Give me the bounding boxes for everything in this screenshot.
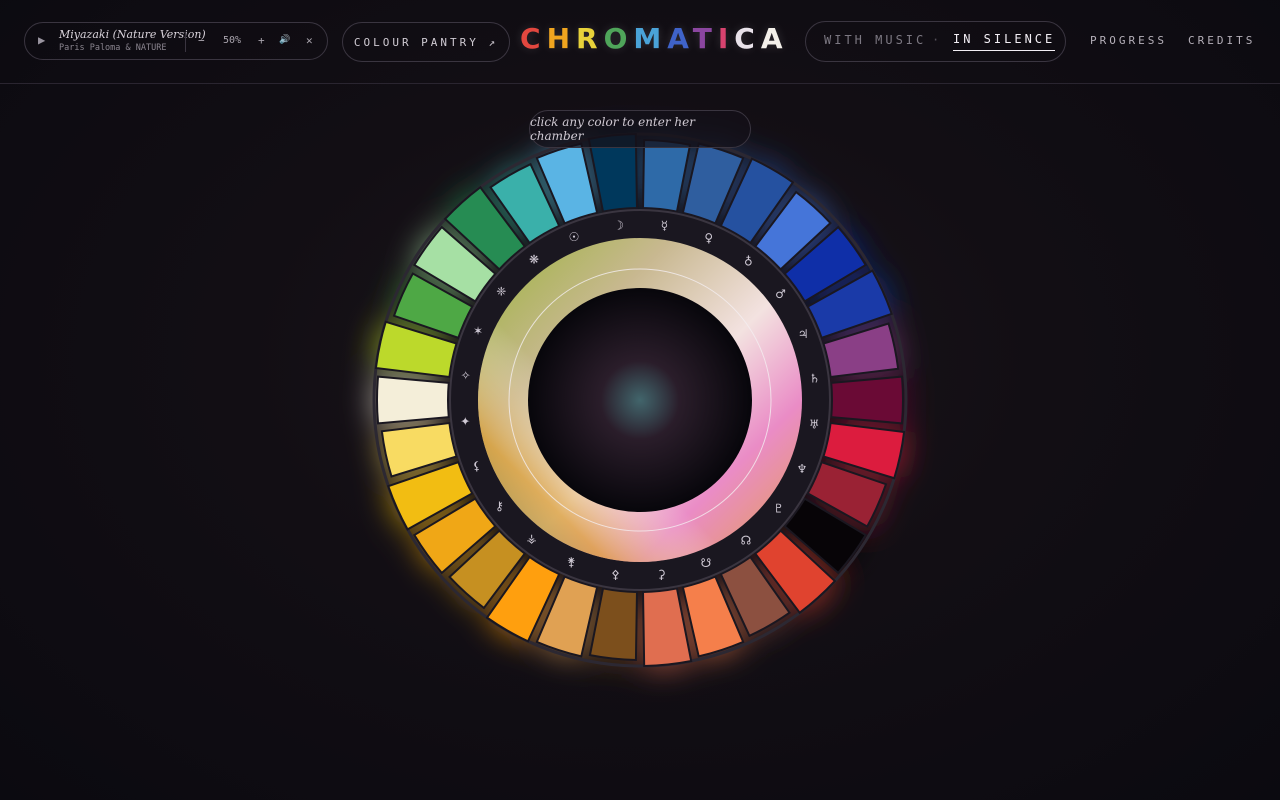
astro-symbol: ⚷ [495,499,504,513]
astro-symbol: ♃ [798,327,809,341]
astro-symbol: ♀ [704,231,713,245]
astro-symbol: ✶ [473,324,483,338]
color-wedge[interactable] [830,375,904,425]
astro-symbol: ⚳ [657,568,666,582]
astro-symbol: ♇ [773,501,784,515]
astro-symbol: ♆ [797,462,808,476]
astro-symbol: ♂ [775,287,786,301]
astro-symbol: ☊ [741,534,752,548]
astro-symbol: ❋ [529,252,539,266]
astro-symbol: ✧ [461,369,471,383]
astro-symbol: ☋ [701,556,712,570]
astro-symbol: ✦ [460,414,470,428]
astro-symbol: ❈ [496,285,506,299]
astro-symbol: ⚶ [527,532,537,546]
center-chamber[interactable] [528,288,752,512]
color-wedge[interactable] [376,375,450,425]
astro-symbol: ♁ [744,254,753,268]
astro-symbol: ⚸ [472,459,481,473]
instruction-hint: click any color to enter her chamber [529,110,751,148]
astro-symbol: ☿ [661,219,668,233]
astro-symbol: ☉ [569,230,580,244]
color-wedge[interactable] [642,587,693,667]
astro-symbol: ♅ [809,417,820,431]
color-wedge[interactable] [588,587,638,661]
color-wedge[interactable] [642,139,692,213]
astro-symbol: ⚴ [611,567,620,581]
astro-symbol: ♄ [809,372,820,386]
astro-symbol: ☽ [613,218,624,232]
astro-symbol: ⚵ [567,555,576,569]
